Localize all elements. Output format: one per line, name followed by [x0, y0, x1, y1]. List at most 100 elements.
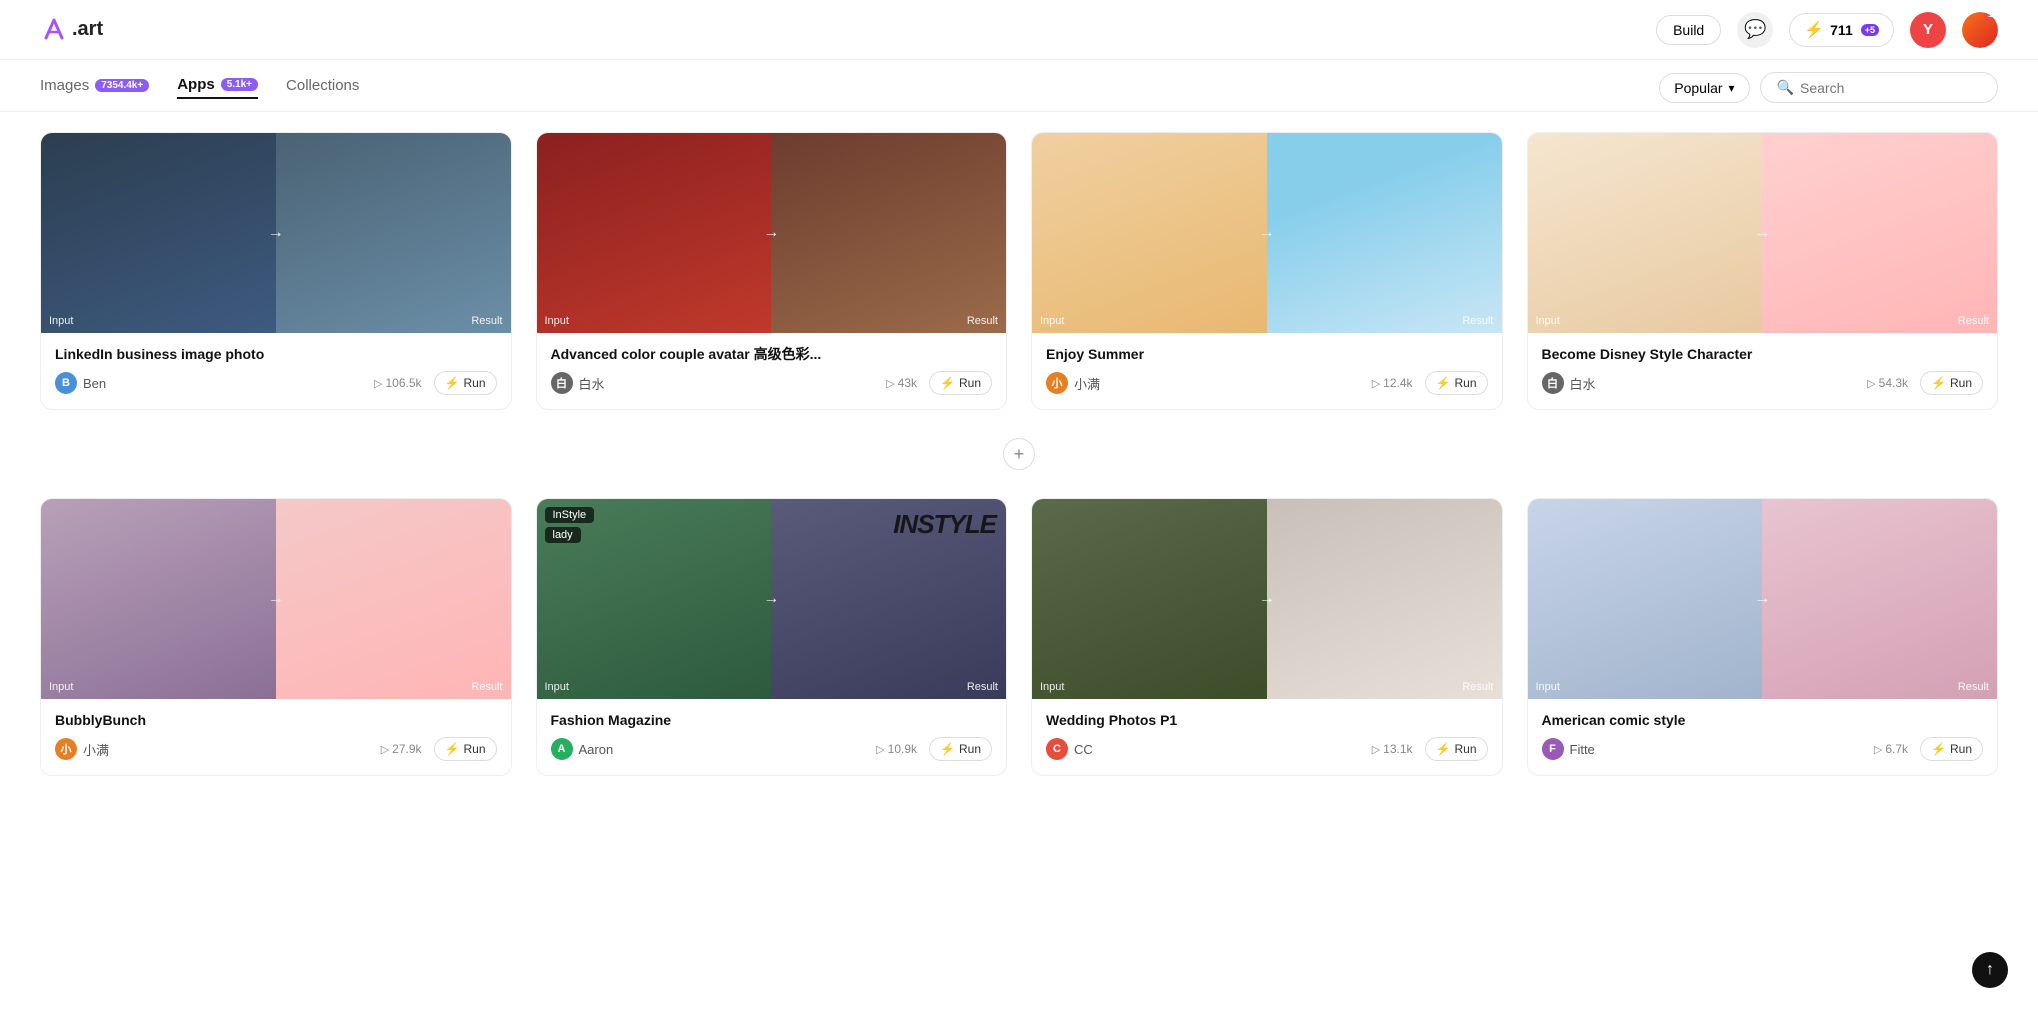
run-icon: ⚡	[445, 742, 460, 756]
card-title: Become Disney Style Character	[1542, 345, 1984, 363]
arrow-separator: →	[1259, 224, 1275, 242]
instyle-text: INSTYLE	[893, 509, 996, 540]
run-label: Run	[1950, 742, 1972, 756]
author-name: 小满	[83, 740, 109, 759]
view-number: 27.9k	[392, 742, 421, 756]
play-icon: ▷	[374, 377, 382, 390]
arrow-separator: →	[763, 224, 779, 242]
load-more-button[interactable]: +	[1003, 438, 1035, 470]
card-image: Input → Result	[1528, 499, 1998, 699]
run-label: Run	[959, 376, 981, 390]
tab-collections-label: Collections	[286, 77, 359, 94]
search-box[interactable]: 🔍	[1760, 72, 1998, 103]
plus-row: +	[40, 434, 1998, 474]
card-title: Advanced color couple avatar 高级色彩...	[551, 345, 993, 363]
card-american-comic[interactable]: Input → Result American comic style F Fi…	[1527, 498, 1999, 776]
run-button[interactable]: ⚡ Run	[929, 737, 992, 761]
card-bubbly-bunch[interactable]: Input → Result BubblyBunch 小 小满	[40, 498, 512, 776]
card-enjoy-summer[interactable]: Input → Result Enjoy Summer 小 小满	[1031, 132, 1503, 410]
card-image-left: Input	[41, 499, 276, 699]
play-icon: ▷	[381, 743, 389, 756]
run-button[interactable]: ⚡ Run	[434, 371, 497, 395]
run-button[interactable]: ⚡ Run	[929, 371, 992, 395]
tab-apps[interactable]: Apps 5.1k+	[177, 76, 258, 99]
card-image-left: Input InStyle lady	[537, 499, 772, 699]
logo-icon	[40, 16, 68, 44]
view-count: ▷ 54.3k	[1867, 376, 1908, 390]
card-author: B Ben	[55, 372, 106, 394]
lightning-icon: ⚡	[1804, 20, 1824, 40]
play-icon: ▷	[876, 743, 884, 756]
run-button[interactable]: ⚡ Run	[1425, 371, 1488, 395]
card-image: Input → Result	[41, 499, 511, 699]
run-button[interactable]: ⚡ Run	[1920, 737, 1983, 761]
sort-button[interactable]: Popular ▾	[1659, 73, 1749, 103]
card-meta: B Ben ▷ 106.5k ⚡ Run	[55, 371, 497, 395]
card-title: American comic style	[1542, 711, 1984, 729]
card-wedding-photos[interactable]: Input → Result Wedding Photos P1 C CC	[1031, 498, 1503, 776]
tab-images-badge: 7354.4k+	[95, 79, 149, 92]
chevron-down-icon: ▾	[1729, 81, 1735, 95]
card-image-right: Result	[771, 133, 1006, 333]
tab-collections[interactable]: Collections	[286, 77, 359, 98]
card-image-left: Input	[1032, 499, 1267, 699]
build-button[interactable]: Build	[1656, 15, 1721, 45]
result-label: Result	[967, 681, 998, 693]
input-label: Input	[545, 315, 569, 327]
view-count: ▷ 13.1k	[1372, 742, 1413, 756]
lightning-button[interactable]: ⚡ 711 +5	[1789, 13, 1894, 47]
card-image: Input → Result	[1032, 133, 1502, 333]
input-label: Input	[1536, 315, 1560, 327]
scroll-top-button[interactable]: ↑	[1972, 952, 2008, 988]
input-label: Input	[1536, 681, 1560, 693]
card-fashion-magazine[interactable]: Input InStyle lady → Result INSTYLE Fash…	[536, 498, 1008, 776]
play-icon: ▷	[1372, 743, 1380, 756]
card-title: LinkedIn business image photo	[55, 345, 497, 363]
card-image: Input → Result	[41, 133, 511, 333]
input-label: Input	[1040, 315, 1064, 327]
card-disney[interactable]: Input → Result Become Disney Style Chara…	[1527, 132, 1999, 410]
run-icon: ⚡	[445, 376, 460, 390]
main-content: Input → Result LinkedIn business image p…	[0, 112, 2038, 816]
user-avatar[interactable]: Y	[1910, 12, 1946, 48]
view-count: ▷ 106.5k	[374, 376, 422, 390]
run-button[interactable]: ⚡ Run	[434, 737, 497, 761]
logo[interactable]: .art	[40, 16, 103, 44]
card-meta: C CC ▷ 13.1k ⚡ Run	[1046, 737, 1488, 761]
wechat-button[interactable]: 💬	[1737, 12, 1773, 48]
search-input[interactable]	[1800, 80, 1981, 96]
author-avatar: B	[55, 372, 77, 394]
view-number: 106.5k	[386, 376, 422, 390]
header-right: Build 💬 ⚡ 711 +5 Y 16	[1656, 12, 1998, 48]
author-name: Fitte	[1570, 742, 1595, 757]
run-button[interactable]: ⚡ Run	[1920, 371, 1983, 395]
author-name: 白水	[1570, 374, 1596, 393]
card-image-left: Input	[41, 133, 276, 333]
notification-avatar[interactable]: 16	[1962, 12, 1998, 48]
fashion-tag-2: lady	[545, 527, 581, 543]
author-avatar: 小	[55, 738, 77, 760]
tab-images[interactable]: Images 7354.4k+	[40, 77, 149, 98]
card-image: Input → Result	[537, 133, 1007, 333]
card-meta: A Aaron ▷ 10.9k ⚡ Run	[551, 737, 993, 761]
run-button[interactable]: ⚡ Run	[1425, 737, 1488, 761]
card-image-left: Input	[537, 133, 772, 333]
card-image: Input InStyle lady → Result INSTYLE	[537, 499, 1007, 699]
author-name: 小满	[1074, 374, 1100, 393]
card-stats: ▷ 6.7k ⚡ Run	[1874, 737, 1983, 761]
author-avatar: 小	[1046, 372, 1068, 394]
logo-text: .art	[72, 18, 103, 41]
card-linkedin[interactable]: Input → Result LinkedIn business image p…	[40, 132, 512, 410]
card-couple-avatar[interactable]: Input → Result Advanced color couple ava…	[536, 132, 1008, 410]
card-author: 小 小满	[1046, 372, 1100, 394]
tabs-right: Popular ▾ 🔍	[1659, 72, 1998, 103]
input-label: Input	[545, 681, 569, 693]
view-count: ▷ 6.7k	[1874, 742, 1908, 756]
run-label: Run	[463, 742, 485, 756]
lightning-count: 711	[1830, 22, 1853, 38]
card-author: C CC	[1046, 738, 1093, 760]
card-title: Fashion Magazine	[551, 711, 993, 729]
author-name: Aaron	[579, 742, 614, 757]
view-count: ▷ 10.9k	[876, 742, 917, 756]
card-author: F Fitte	[1542, 738, 1595, 760]
